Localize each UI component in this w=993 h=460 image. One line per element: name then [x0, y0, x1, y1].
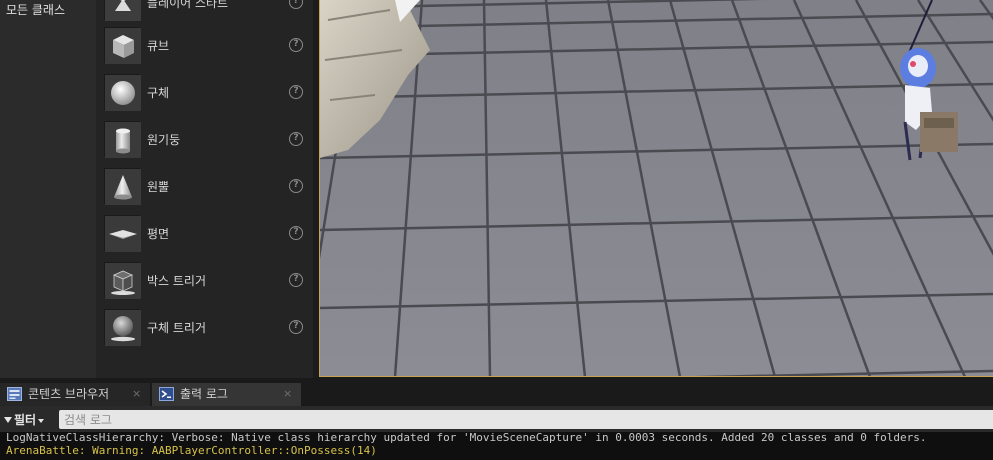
place-item-box-trigger[interactable]: 박스 트리거 ? — [96, 261, 313, 305]
help-icon[interactable]: ? — [289, 179, 303, 193]
sphere-trigger-icon — [104, 309, 141, 346]
place-item-cube[interactable]: 큐브 ? — [96, 26, 313, 70]
help-icon[interactable]: ? — [289, 226, 303, 240]
help-icon[interactable]: ? — [289, 132, 303, 146]
place-item-label: 평면 — [147, 227, 170, 241]
plane-icon — [104, 215, 141, 252]
viewport-scene — [320, 0, 993, 376]
help-icon[interactable]: ? — [289, 273, 303, 287]
bottom-tab-strip: 콘텐츠 브라우저 × 출력 로그 × — [0, 381, 993, 406]
cone-icon — [104, 168, 141, 205]
place-item-player-start[interactable]: 플레이어 스타트 ? — [96, 0, 313, 27]
place-item-sphere-trigger[interactable]: 구체 트리거 ? — [96, 308, 313, 352]
help-icon[interactable]: ? — [289, 38, 303, 52]
tab-content-browser[interactable]: 콘텐츠 브라우저 × — [0, 383, 150, 406]
place-item-cone[interactable]: 원뿔 ? — [96, 167, 313, 211]
player-start-icon — [104, 0, 141, 21]
place-item-label: 구체 트리거 — [147, 321, 207, 335]
log-filter-bar: 필터 — [0, 406, 993, 432]
close-icon[interactable]: × — [283, 383, 292, 405]
category-column: 모든 클래스 — [0, 0, 96, 378]
chevron-down-icon — [38, 418, 45, 423]
log-line-warning: ArenaBattle: Warning: AABPlayerControlle… — [6, 444, 377, 457]
place-actors-list: 플레이어 스타트 ? 큐브 ? 구체 ? 원기둥 ? 원뿔 ? 평면 ? 박스 … — [96, 0, 313, 378]
cylinder-icon — [104, 121, 141, 158]
level-viewport[interactable] — [319, 0, 993, 377]
place-item-plane[interactable]: 평면 ? — [96, 214, 313, 258]
log-line: LogNativeClassHierarchy: Verbose: Native… — [6, 432, 927, 444]
category-all-classes[interactable]: 모든 클래스 — [6, 1, 65, 18]
cube-icon — [104, 27, 141, 64]
filter-dropdown-button[interactable]: 필터 — [4, 411, 45, 428]
output-log-icon — [159, 387, 174, 401]
place-item-label: 원뿔 — [147, 180, 170, 194]
output-log-area[interactable]: LogNativeClassHierarchy: Verbose: Native… — [0, 432, 993, 460]
tab-output-log[interactable]: 출력 로그 × — [152, 383, 301, 406]
tab-label: 출력 로그 — [180, 387, 228, 401]
place-item-label: 원기둥 — [147, 133, 181, 147]
help-icon[interactable]: ? — [289, 0, 303, 9]
sphere-icon — [104, 74, 141, 111]
filter-label: 필터 — [14, 413, 37, 427]
place-item-label: 큐브 — [147, 39, 170, 53]
help-icon[interactable]: ? — [289, 320, 303, 334]
place-item-label: 구체 — [147, 86, 170, 100]
log-search-input[interactable] — [59, 410, 993, 429]
place-item-sphere[interactable]: 구체 ? — [96, 73, 313, 117]
place-item-cylinder[interactable]: 원기둥 ? — [96, 120, 313, 164]
box-trigger-icon — [104, 262, 141, 299]
close-icon[interactable]: × — [132, 383, 141, 405]
place-item-label: 플레이어 스타트 — [147, 0, 229, 10]
tab-label: 콘텐츠 브라우저 — [28, 387, 110, 401]
place-item-label: 박스 트리거 — [147, 274, 207, 288]
help-icon[interactable]: ? — [289, 85, 303, 99]
funnel-icon — [4, 416, 12, 423]
content-browser-icon — [7, 387, 22, 401]
